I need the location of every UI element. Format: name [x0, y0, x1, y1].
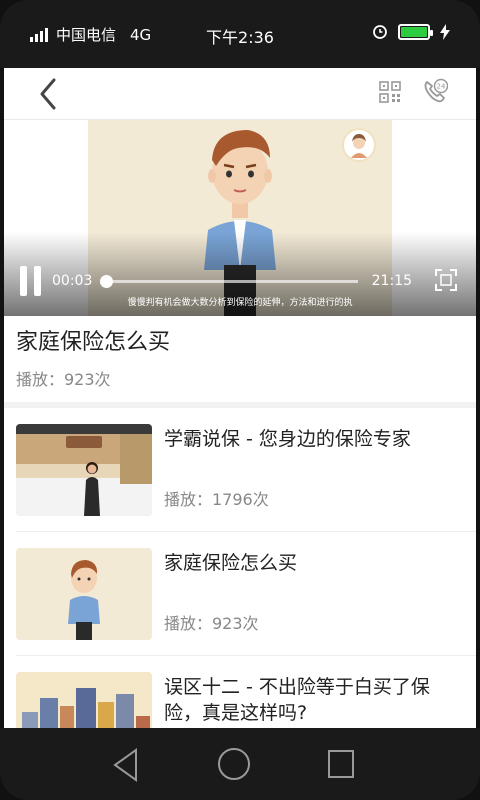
list-item[interactable]: 误区十二 - 不出险等于白买了保险，真是这样吗? — [16, 656, 476, 728]
qr-code-icon[interactable] — [378, 80, 402, 104]
app-screen: 24 00:03 21:15 慢慢判有机会做大数分析到保险的延伸，方法和进行的执… — [4, 68, 476, 728]
list-item-plays: 播放：923次 — [164, 614, 259, 633]
player-controls: 00:03 21:15 慢慢判有机会做大数分析到保险的延伸，方法和进行的执 — [4, 232, 476, 316]
fullscreen-icon[interactable] — [434, 268, 458, 292]
battery-icon — [398, 24, 433, 40]
seek-bar[interactable] — [100, 275, 358, 288]
seek-knob[interactable] — [100, 275, 113, 288]
channel-avatar — [342, 128, 376, 162]
system-nav-bar — [0, 728, 480, 800]
video-thumbnail[interactable] — [16, 548, 152, 640]
top-bar: 24 — [4, 68, 476, 120]
video-thumbnail[interactable] — [16, 672, 152, 728]
nav-home-icon[interactable] — [218, 748, 250, 780]
list-item-title: 家庭保险怎么买 — [164, 552, 298, 574]
pause-button[interactable] — [20, 266, 44, 296]
status-right — [372, 24, 450, 40]
video-player[interactable]: 00:03 21:15 慢慢判有机会做大数分析到保险的延伸，方法和进行的执 — [4, 120, 476, 316]
video-thumbnail[interactable] — [16, 424, 152, 516]
nav-back-icon[interactable] — [112, 748, 140, 782]
status-bar: 中国电信 4G 下午2:36 — [0, 0, 480, 68]
video-title: 家庭保险怎么买 — [16, 330, 171, 355]
video-info: 家庭保险怎么买 播放：923次 — [4, 316, 476, 408]
back-icon[interactable] — [34, 76, 64, 112]
phone-24-icon[interactable]: 24 — [422, 78, 448, 104]
phone-frame: 中国电信 4G 下午2:36 24 00:03 21:15 慢慢判有机会做大数分… — [0, 0, 480, 800]
video-subtitle: 慢慢判有机会做大数分析到保险的延伸，方法和进行的执 — [127, 298, 353, 308]
video-play-count: 播放：923次 — [16, 370, 111, 389]
list-item-title: 学霸说保 - 您身边的保险专家 — [164, 428, 411, 450]
list-item[interactable]: 学霸说保 - 您身边的保险专家 播放：1796次 — [16, 408, 476, 532]
related-videos-list: 学霸说保 - 您身边的保险专家 播放：1796次 家庭保险怎么买 播放：923次… — [4, 408, 476, 728]
list-item-plays: 播放：1796次 — [164, 490, 269, 509]
charging-icon — [440, 24, 450, 40]
total-time: 21:15 — [371, 273, 412, 289]
nav-recents-icon[interactable] — [328, 750, 354, 778]
alarm-icon — [373, 25, 387, 39]
list-item-title: 误区十二 - 不出险等于白买了保险，真是这样吗? — [164, 676, 430, 724]
svg-text:24: 24 — [437, 83, 446, 91]
current-time: 00:03 — [52, 273, 93, 289]
list-item[interactable]: 家庭保险怎么买 播放：923次 — [16, 532, 476, 656]
